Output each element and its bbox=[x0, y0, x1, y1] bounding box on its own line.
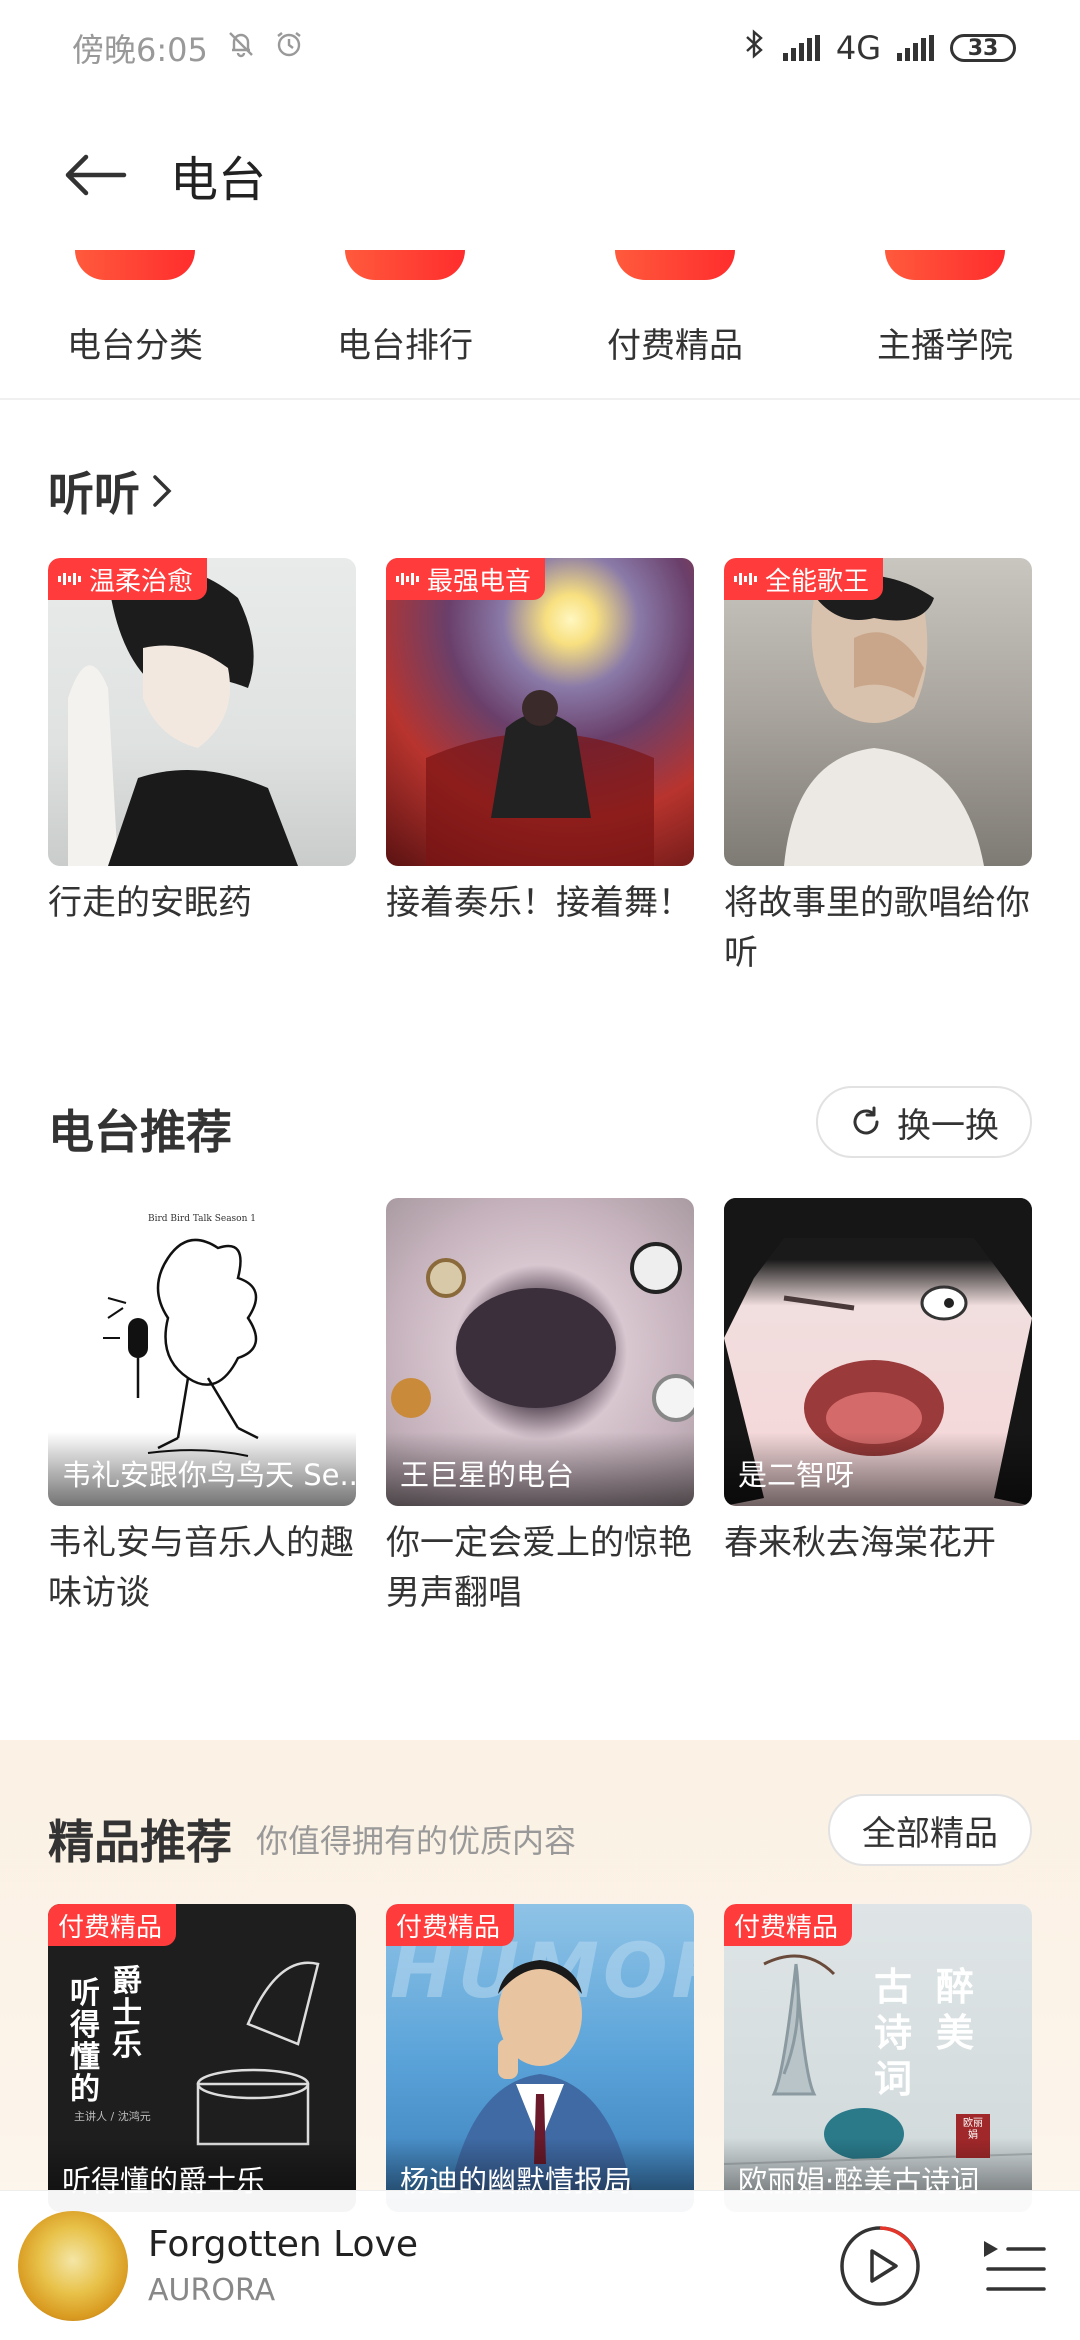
category-label: 主播学院 bbox=[877, 326, 1013, 366]
sound-wave-icon bbox=[396, 573, 419, 585]
category-academy[interactable]: 主播学院 bbox=[810, 250, 1080, 400]
recommend-card[interactable]: 王巨星的电台 你一定会爱上的惊艳男声翻唱 bbox=[386, 1198, 694, 1618]
cover-image: HUMOR 付费精品 杨迪的幽默情报局 bbox=[386, 1904, 694, 2212]
all-premium-label: 全部精品 bbox=[862, 1813, 998, 1854]
recommend-grid: Bird Bird Talk Season 1 韦礼安跟你鸟鸟天 Se... 韦… bbox=[48, 1198, 1032, 1618]
sound-wave-icon bbox=[734, 573, 757, 585]
play-button[interactable] bbox=[838, 2224, 922, 2308]
paid-tag: 付费精品 bbox=[48, 1904, 177, 1946]
category-icon bbox=[615, 250, 735, 280]
category-classify[interactable]: 电台分类 bbox=[0, 250, 270, 400]
status-right: 4G 33 bbox=[743, 28, 1016, 68]
divider bbox=[0, 398, 1080, 400]
listen-section-title[interactable]: 听听 bbox=[48, 458, 174, 524]
card-title: 将故事里的歌唱给你听 bbox=[724, 883, 1030, 973]
tag-label: 付费精品 bbox=[58, 1912, 163, 1943]
alarm-icon bbox=[274, 29, 304, 67]
category-icon bbox=[345, 250, 465, 280]
category-ranking[interactable]: 电台排行 bbox=[270, 250, 540, 400]
tag-label: 付费精品 bbox=[396, 1912, 501, 1943]
battery-icon: 33 bbox=[950, 34, 1016, 62]
refresh-icon bbox=[853, 1106, 879, 1135]
signal-icon-2 bbox=[897, 35, 934, 61]
card-title: 行走的安眠药 bbox=[48, 883, 252, 923]
listen-title-text: 听听 bbox=[48, 467, 140, 521]
card-title: 春来秋去海棠花开 bbox=[724, 1523, 996, 1563]
mini-player[interactable]: Forgotten Love AURORA bbox=[0, 2190, 1080, 2340]
refresh-label: 换一换 bbox=[897, 1105, 999, 1146]
page-title: 电台 bbox=[170, 152, 267, 208]
cover-image: Bird Bird Talk Season 1 韦礼安跟你鸟鸟天 Se... bbox=[48, 1198, 356, 1506]
cover-image: 全能歌王 bbox=[724, 558, 1032, 866]
genre-tag: 全能歌王 bbox=[724, 558, 884, 600]
premium-grid: 爵士乐 听得懂的 主讲人 / 沈鸿元 付费精品 听得懂的爵士乐 HUMOR bbox=[48, 1904, 1032, 2212]
premium-subtitle: 你值得拥有的优质内容 bbox=[256, 1822, 577, 1860]
category-icon bbox=[885, 250, 1005, 280]
tag-label: 最强电音 bbox=[427, 566, 532, 597]
listen-card[interactable]: 全能歌王 将故事里的歌唱给你听 bbox=[724, 558, 1032, 978]
playlist-button[interactable] bbox=[980, 2231, 1048, 2301]
category-icon bbox=[75, 250, 195, 280]
recommend-card[interactable]: Bird Bird Talk Season 1 韦礼安跟你鸟鸟天 Se... 韦… bbox=[48, 1198, 356, 1618]
back-button[interactable] bbox=[40, 120, 150, 230]
cover-image: 温柔治愈 bbox=[48, 558, 356, 866]
card-title: 韦礼安与音乐人的趣味访谈 bbox=[48, 1523, 354, 1613]
premium-section-title: 精品推荐 你值得拥有的优质内容 bbox=[48, 1806, 576, 1872]
category-row: 电台分类 电台排行 付费精品 主播学院 bbox=[0, 250, 1080, 400]
mute-bell-icon bbox=[226, 29, 256, 67]
cover-overlay-label: 韦礼安跟你鸟鸟天 Se... bbox=[48, 1432, 356, 1506]
arrow-left-icon bbox=[65, 154, 127, 196]
signal-icon bbox=[782, 35, 820, 61]
cover-overlay-label: 王巨星的电台 bbox=[386, 1432, 694, 1506]
artist-name: AURORA bbox=[148, 2272, 276, 2308]
recommend-card[interactable]: 是二智呀 春来秋去海棠花开 bbox=[724, 1198, 1032, 1618]
category-paid[interactable]: 付费精品 bbox=[540, 250, 810, 400]
status-bar: 傍晚6:05 4G 33 bbox=[0, 0, 1080, 96]
status-time: 傍晚6:05 bbox=[72, 31, 208, 69]
premium-card[interactable]: HUMOR 付费精品 杨迪的幽默情报局 bbox=[386, 1904, 694, 2212]
cover-image: 最强电音 bbox=[386, 558, 694, 866]
cover-image: 王巨星的电台 bbox=[386, 1198, 694, 1506]
listen-card[interactable]: 温柔治愈 行走的安眠药 bbox=[48, 558, 356, 978]
cover-image: 是二智呀 bbox=[724, 1198, 1032, 1506]
cover-title-text: 醉美 bbox=[936, 1965, 975, 2055]
card-title: 你一定会爱上的惊艳男声翻唱 bbox=[386, 1523, 692, 1613]
recommend-title-text: 电台推荐 bbox=[48, 1105, 232, 1159]
header: 电台 bbox=[0, 120, 1080, 230]
premium-title-text: 精品推荐 bbox=[48, 1815, 232, 1869]
chevron-right-icon bbox=[153, 475, 172, 507]
genre-tag: 最强电音 bbox=[386, 558, 546, 600]
sound-wave-icon bbox=[58, 573, 81, 585]
song-title: Forgotten Love bbox=[148, 2223, 419, 2265]
cover-overlay-label: 是二智呀 bbox=[724, 1432, 1032, 1506]
paid-tag: 付费精品 bbox=[724, 1904, 853, 1946]
tag-label: 付费精品 bbox=[734, 1912, 839, 1943]
category-label: 付费精品 bbox=[607, 326, 743, 366]
listen-card[interactable]: 最强电音 接着奏乐！接着舞！ bbox=[386, 558, 694, 978]
bluetooth-icon bbox=[743, 28, 767, 68]
premium-card[interactable]: 醉美 古诗词 欧丽娟 付费精品 欧丽娟·醉美古诗词 bbox=[724, 1904, 1032, 2212]
category-label: 电台分类 bbox=[67, 326, 203, 366]
playlist-icon bbox=[984, 2241, 1046, 2291]
recommend-section-title: 电台推荐 bbox=[48, 1096, 232, 1162]
card-title: 接着奏乐！接着舞！ bbox=[386, 883, 692, 923]
cover-subtitle-text: 古诗词 bbox=[874, 1965, 913, 2101]
cover-image: 醉美 古诗词 欧丽娟 付费精品 欧丽娟·醉美古诗词 bbox=[724, 1904, 1032, 2212]
cover-image: 爵士乐 听得懂的 主讲人 / 沈鸿元 付费精品 听得懂的爵士乐 bbox=[48, 1904, 356, 2212]
refresh-button[interactable]: 换一换 bbox=[816, 1086, 1032, 1158]
tag-label: 温柔治愈 bbox=[89, 566, 194, 597]
status-left: 傍晚6:05 bbox=[72, 25, 304, 71]
premium-card[interactable]: 爵士乐 听得懂的 主讲人 / 沈鸿元 付费精品 听得懂的爵士乐 bbox=[48, 1904, 356, 2212]
tag-label: 全能歌王 bbox=[765, 566, 870, 597]
network-type: 4G bbox=[835, 29, 881, 67]
album-art[interactable] bbox=[18, 2210, 128, 2321]
all-premium-button[interactable]: 全部精品 bbox=[828, 1794, 1032, 1866]
paid-tag: 付费精品 bbox=[386, 1904, 515, 1946]
track-info[interactable]: Forgotten Love AURORA bbox=[148, 2224, 418, 2308]
category-label: 电台排行 bbox=[337, 326, 473, 366]
play-icon bbox=[840, 2226, 920, 2306]
genre-tag: 温柔治愈 bbox=[48, 558, 208, 600]
listen-grid: 温柔治愈 行走的安眠药 最强电音 接着奏乐！接着舞！ 全能歌王 将故事里的歌唱给… bbox=[48, 558, 1032, 978]
